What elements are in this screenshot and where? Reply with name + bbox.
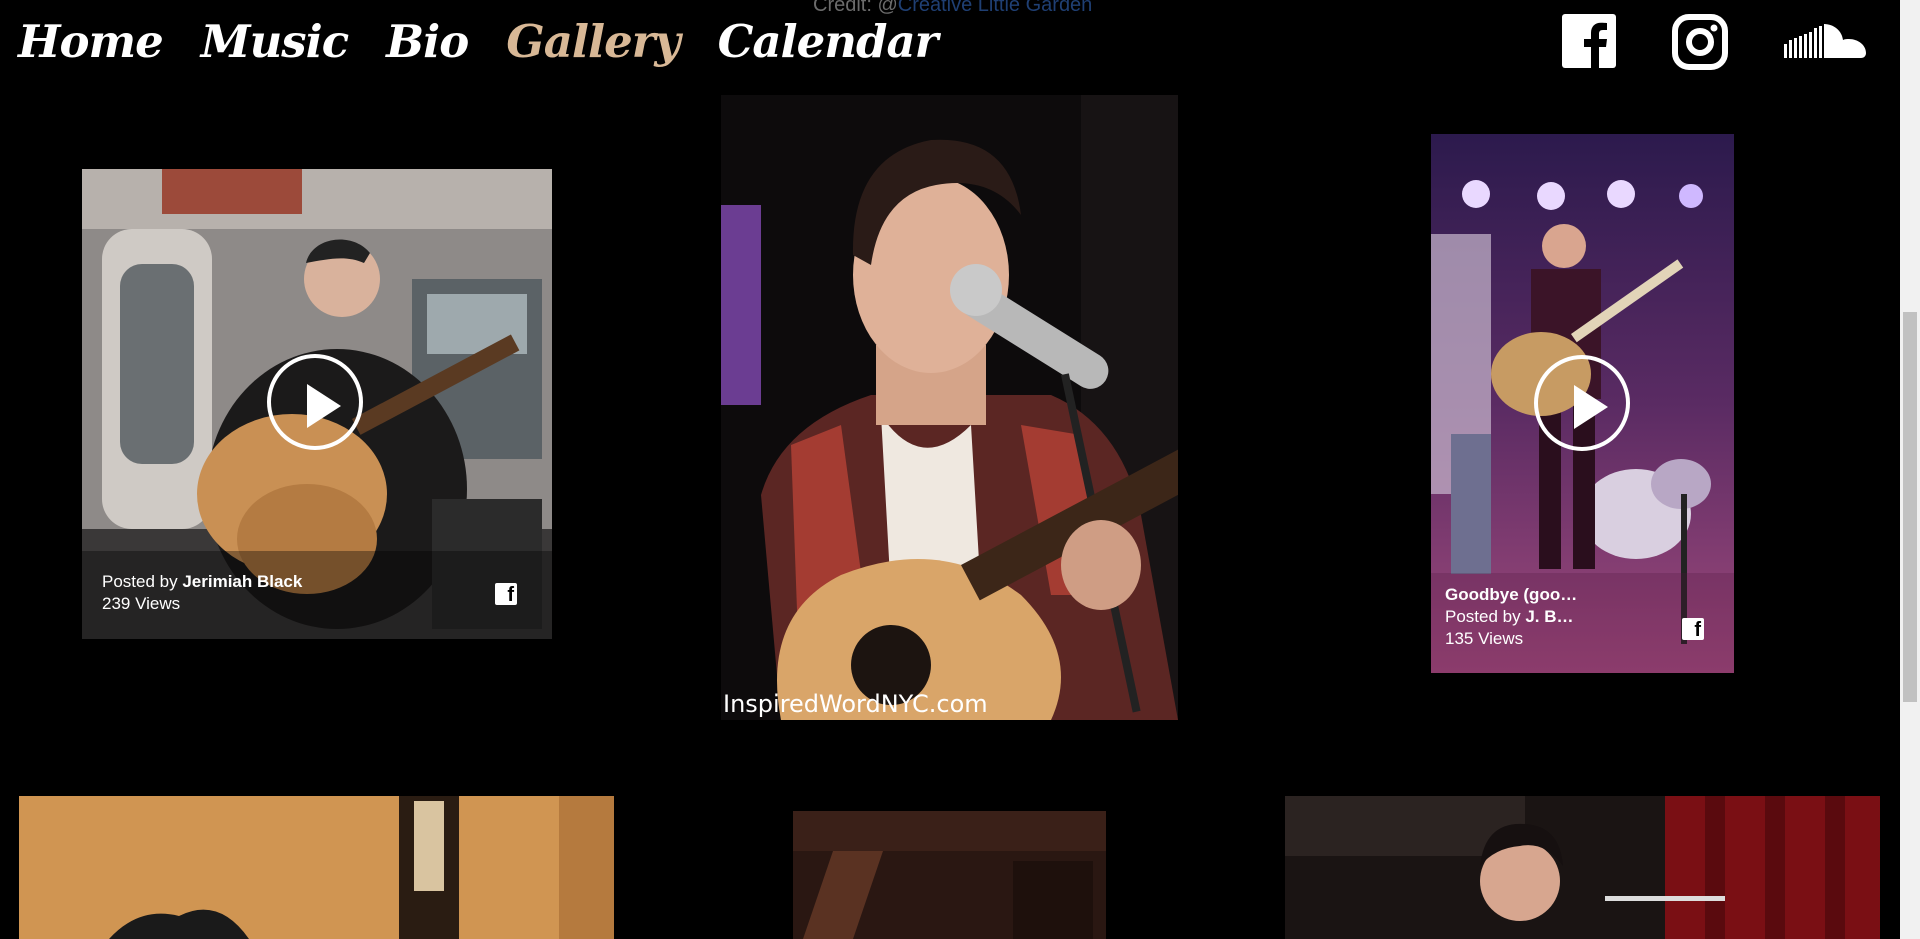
nav-home[interactable]: Home [18,12,164,72]
facebook-icon[interactable]: f [495,583,517,605]
view-count: 135 Views [1445,629,1524,648]
author-link[interactable]: J. B… [1525,607,1573,626]
video-caption: Goodbye (goo… Posted by J. B… 135 Views … [1431,573,1734,673]
instagram-icon[interactable] [1672,14,1728,70]
facebook-icon[interactable]: f [1682,618,1704,640]
singing-with-guitar-photo [721,95,1178,720]
nav-gallery[interactable]: Gallery [506,12,680,72]
nav-music[interactable]: Music [201,12,349,72]
guitar-closeup-photo [19,796,614,939]
video-card-subway[interactable]: Posted by Jerimiah Black 239 Views f [82,169,552,639]
author-link[interactable]: Jerimiah Black [182,572,302,591]
photo-card-stage-red[interactable] [1285,796,1880,939]
video-title[interactable]: Goodbye (goo… [1445,584,1577,606]
photo-card-inspiredword[interactable]: InspiredWordNYC.com [721,95,1178,720]
venue-photo [793,811,1106,939]
nav-bio[interactable]: Bio [386,12,469,72]
nav-calendar[interactable]: Calendar [718,12,939,72]
play-icon[interactable] [1534,355,1630,451]
photo-card-guitar-closeup[interactable] [19,796,614,939]
posted-by: Posted by J. B… [1445,606,1574,628]
page-scrollbar[interactable] [1900,0,1920,939]
facebook-icon[interactable] [1562,14,1616,68]
photo-card-venue[interactable] [793,811,1106,939]
photo-watermark: InspiredWordNYC.com [723,690,988,718]
posted-prefix: Posted by [102,572,183,591]
soundcloud-icon[interactable] [1784,20,1866,64]
posted-prefix: Posted by [1445,607,1526,626]
view-count: 239 Views [102,594,181,613]
red-curtain-photo [1285,796,1880,939]
video-card-goodbye[interactable]: Goodbye (goo… Posted by J. B… 135 Views … [1431,134,1734,673]
main-nav: Home Music Bio Gallery Calendar [18,12,939,72]
video-caption: Posted by Jerimiah Black 239 Views f [82,551,552,639]
posted-by: Posted by Jerimiah Black [102,571,302,593]
scrollbar-thumb[interactable] [1903,312,1917,702]
play-icon[interactable] [267,354,363,450]
